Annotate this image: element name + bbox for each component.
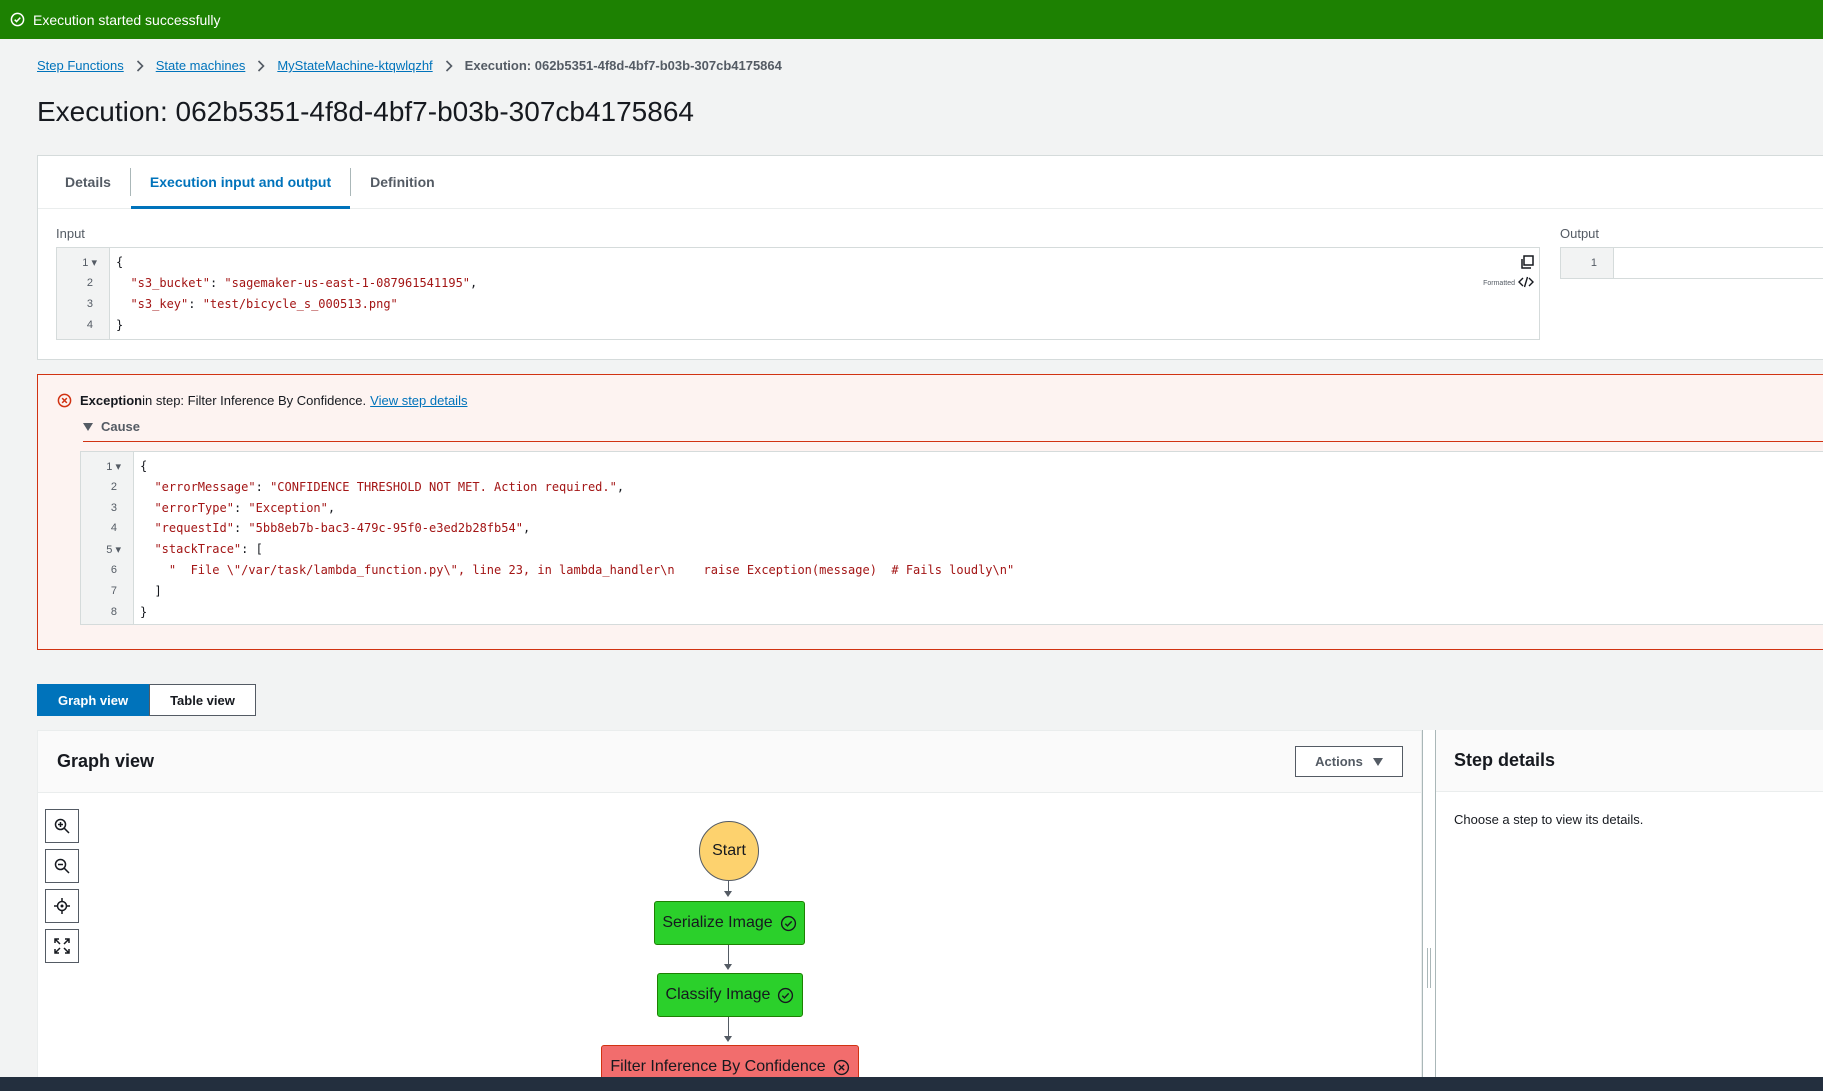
input-label: Input xyxy=(56,226,85,241)
line-number: 3 xyxy=(86,298,93,310)
line-number: 1 xyxy=(1590,257,1597,269)
step-details-panel: Step details Choose a step to view its d… xyxy=(1436,730,1823,1091)
state-label: Classify Image xyxy=(665,986,771,1003)
arrow-down-icon xyxy=(724,1036,732,1042)
caret-down-icon xyxy=(1372,757,1383,766)
error-circle-icon xyxy=(833,1059,850,1076)
resize-grip-icon xyxy=(1427,948,1431,988)
breadcrumb-current: Execution: 062b5351-4f8d-4bf7-b03b-307cb… xyxy=(464,58,782,73)
check-circle-icon xyxy=(777,987,794,1004)
graph-title: Graph view xyxy=(57,751,155,771)
step-details-title: Step details xyxy=(1436,730,1823,792)
code-line: { xyxy=(116,255,124,269)
state-node-start[interactable]: Start xyxy=(699,821,759,881)
code-line: { xyxy=(140,459,148,473)
success-flash-banner: Execution started successfully xyxy=(0,0,1823,39)
chevron-right-icon xyxy=(136,59,144,72)
code-line: "s3_key": "test/bicycle_s_000513.png" xyxy=(130,297,398,311)
line-gutter xyxy=(81,452,134,624)
footer-bar xyxy=(0,1077,1823,1091)
line-number: 6 xyxy=(110,564,117,576)
code-line: } xyxy=(116,318,124,332)
cause-label: Cause xyxy=(101,419,141,434)
tab-definition[interactable]: Definition xyxy=(351,156,454,208)
line-number: 8 xyxy=(110,606,117,618)
line-number: 2 xyxy=(86,277,93,289)
breadcrumb-state-machines[interactable]: State machines xyxy=(156,58,246,73)
breadcrumb: Step Functions State machines MyStateMac… xyxy=(37,58,782,73)
copy-icon[interactable] xyxy=(1519,254,1535,270)
state-label: Filter Inference By Confidence xyxy=(610,1058,826,1075)
state-label: Serialize Image xyxy=(662,914,773,931)
line-number: 1 ▾ xyxy=(82,257,97,269)
state-node-serialize-image[interactable]: Serialize Image xyxy=(654,901,805,945)
tab-bar: Details Execution input and output Defin… xyxy=(38,156,1823,209)
line-number: 4 xyxy=(86,319,93,331)
exception-header: Exception in step: Filter Inference By C… xyxy=(57,393,467,408)
exception-title: Exception xyxy=(80,393,143,408)
code-line: } xyxy=(140,605,148,619)
cause-divider xyxy=(83,441,1823,442)
view-toggle: Graph view Table view xyxy=(37,684,256,716)
graph-view-button[interactable]: Graph view xyxy=(37,684,150,716)
page-title: Execution: 062b5351-4f8d-4bf7-b03b-307cb… xyxy=(37,96,694,127)
breadcrumb-step-functions[interactable]: Step Functions xyxy=(37,58,124,73)
error-circle-icon xyxy=(57,393,72,408)
arrow-down-icon xyxy=(724,891,732,897)
tab-details[interactable]: Details xyxy=(46,156,130,208)
chevron-right-icon xyxy=(257,59,265,72)
line-number: 5 ▾ xyxy=(106,544,121,556)
center-icon[interactable] xyxy=(45,889,79,923)
graph-view-panel: Graph view Actions Start Serialize Image xyxy=(37,730,1422,1091)
line-number: 3 xyxy=(110,502,117,514)
graph-canvas[interactable]: Start Serialize Image Classify Image Fil… xyxy=(38,794,1423,1090)
code-line: ] xyxy=(154,584,162,598)
graph-header: Graph view Actions xyxy=(38,731,1421,793)
zoom-in-icon[interactable] xyxy=(45,809,79,843)
cause-toggle[interactable]: Cause xyxy=(83,419,140,434)
flash-message: Execution started successfully xyxy=(33,11,221,28)
input-code-editor[interactable]: 1 ▾ 2 3 4 { "s3_bucket": "sagemaker-us-e… xyxy=(56,247,1540,340)
formatted-label: Formatted xyxy=(1483,280,1515,287)
step-details-placeholder: Choose a step to view its details. xyxy=(1454,812,1644,827)
line-number: 4 xyxy=(110,522,117,534)
line-number: 1 ▾ xyxy=(106,461,121,473)
check-circle-icon xyxy=(10,12,25,27)
line-number: 7 xyxy=(110,585,117,597)
panel-resize-handle[interactable] xyxy=(1422,730,1436,1091)
arrow-down-icon xyxy=(724,964,732,970)
code-format-icon[interactable] xyxy=(1518,276,1534,288)
check-circle-icon xyxy=(780,915,797,932)
code-line: "errorType": "Exception", xyxy=(154,501,336,515)
chevron-right-icon xyxy=(445,59,453,72)
zoom-out-icon[interactable] xyxy=(45,849,79,883)
line-number: 2 xyxy=(110,481,117,493)
state-node-classify-image[interactable]: Classify Image xyxy=(657,973,803,1017)
output-label: Output xyxy=(1560,226,1600,241)
exception-step-text: in step: Filter Inference By Confidence. xyxy=(142,393,367,408)
fit-view-icon[interactable] xyxy=(45,929,79,963)
exception-alert: Exception in step: Filter Inference By C… xyxy=(37,374,1823,650)
code-line: "s3_bucket": "sagemaker-us-east-1-087961… xyxy=(130,276,478,290)
actions-label: Actions xyxy=(1315,754,1363,769)
caret-down-icon xyxy=(83,422,93,432)
actions-dropdown[interactable]: Actions xyxy=(1295,746,1403,777)
cause-code-editor[interactable]: 1 ▾ 2 3 4 5 ▾ 6 7 8 { "errorMessage": "C… xyxy=(80,451,1823,625)
code-line: " File \"/var/task/lambda_function.py\",… xyxy=(168,563,1015,577)
execution-tabs-panel: Details Execution input and output Defin… xyxy=(37,155,1823,360)
view-step-details-link[interactable]: View step details xyxy=(370,393,467,408)
table-view-button[interactable]: Table view xyxy=(149,684,256,716)
breadcrumb-state-machine[interactable]: MyStateMachine-ktqwlqzhf xyxy=(277,58,432,73)
code-line: "requestId": "5bb8eb7b-bac3-479c-95f0-e3… xyxy=(154,521,531,535)
code-line: "stackTrace": [ xyxy=(154,542,263,556)
tab-execution-input-output[interactable]: Execution input and output xyxy=(130,156,351,209)
output-code-editor[interactable]: 1 xyxy=(1560,247,1823,279)
state-label: Start xyxy=(712,842,746,859)
code-line: "errorMessage": "CONFIDENCE THRESHOLD NO… xyxy=(154,480,625,494)
